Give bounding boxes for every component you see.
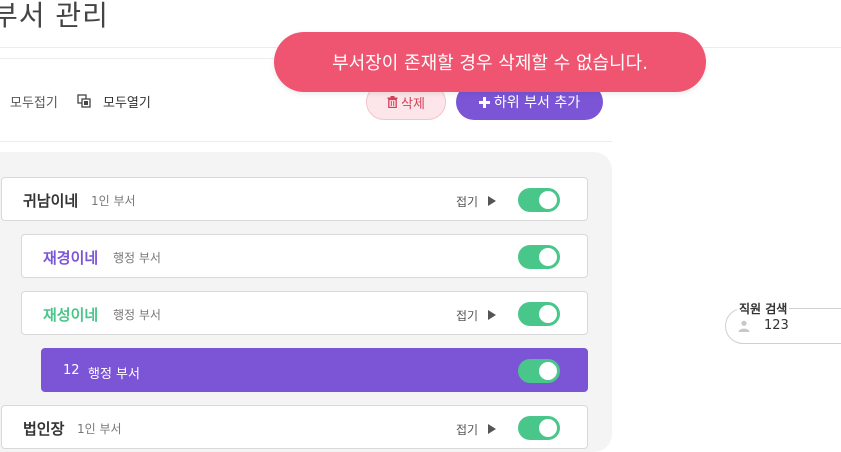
dept-toggle[interactable] (518, 359, 560, 383)
person-icon (738, 320, 750, 332)
trash-icon (387, 96, 398, 108)
dept-toggle[interactable] (518, 188, 560, 212)
toolbar-bottom-divider (0, 141, 612, 142)
fold-button[interactable]: 접기 (456, 193, 478, 210)
caret-right-icon (488, 310, 496, 320)
dept-row[interactable]: 법인장 1인 부서 접기 (1, 405, 588, 449)
caret-right-icon (488, 424, 496, 434)
dept-type: 1인 부서 (77, 422, 122, 436)
dept-type: 1인 부서 (91, 194, 136, 208)
dept-name: 재경이네 (43, 249, 99, 267)
employee-search-label: 직원 검색 (737, 300, 790, 317)
toggle-knob (539, 305, 557, 323)
dept-name: 귀남이네 (23, 192, 79, 210)
plus-icon (478, 96, 490, 108)
delete-button-label: 삭제 (401, 96, 425, 112)
error-toast: 부서장이 존재할 경우 삭제할 수 없습니다. (274, 32, 706, 92)
expand-all-button[interactable]: 모두열기 (103, 92, 151, 111)
copy-icon (77, 94, 91, 108)
dept-row[interactable]: 귀남이네 1인 부서 접기 (1, 177, 588, 221)
dept-toggle[interactable] (518, 302, 560, 326)
toggle-knob (539, 191, 557, 209)
add-button-label: 하위 부서 추가 (493, 95, 581, 111)
dept-type: 행정 부서 (88, 367, 140, 382)
dept-name: 법인장 (23, 420, 65, 438)
fold-button[interactable]: 접기 (456, 307, 478, 324)
dept-name: 재성이네 (43, 306, 99, 324)
dept-toggle[interactable] (518, 416, 560, 440)
toggle-knob (539, 362, 557, 380)
fold-button[interactable]: 접기 (456, 421, 478, 438)
dept-row-selected[interactable]: 12 행정 부서 (41, 348, 588, 392)
caret-right-icon (488, 196, 496, 206)
dept-name: 12 (63, 363, 80, 378)
toggle-knob (539, 248, 557, 266)
dept-type: 행정 부서 (113, 251, 161, 265)
dept-toggle[interactable] (518, 245, 560, 269)
dept-row[interactable]: 재경이네 행정 부서 (21, 234, 588, 278)
dept-row[interactable]: 재성이네 행정 부서 접기 (21, 291, 588, 335)
collapse-all-button[interactable]: 모두접기 (10, 92, 58, 111)
employee-search-input[interactable] (764, 318, 841, 333)
dept-type: 행정 부서 (113, 308, 161, 322)
toggle-knob (539, 419, 557, 437)
page-title: 부서 관리 (0, 0, 109, 32)
